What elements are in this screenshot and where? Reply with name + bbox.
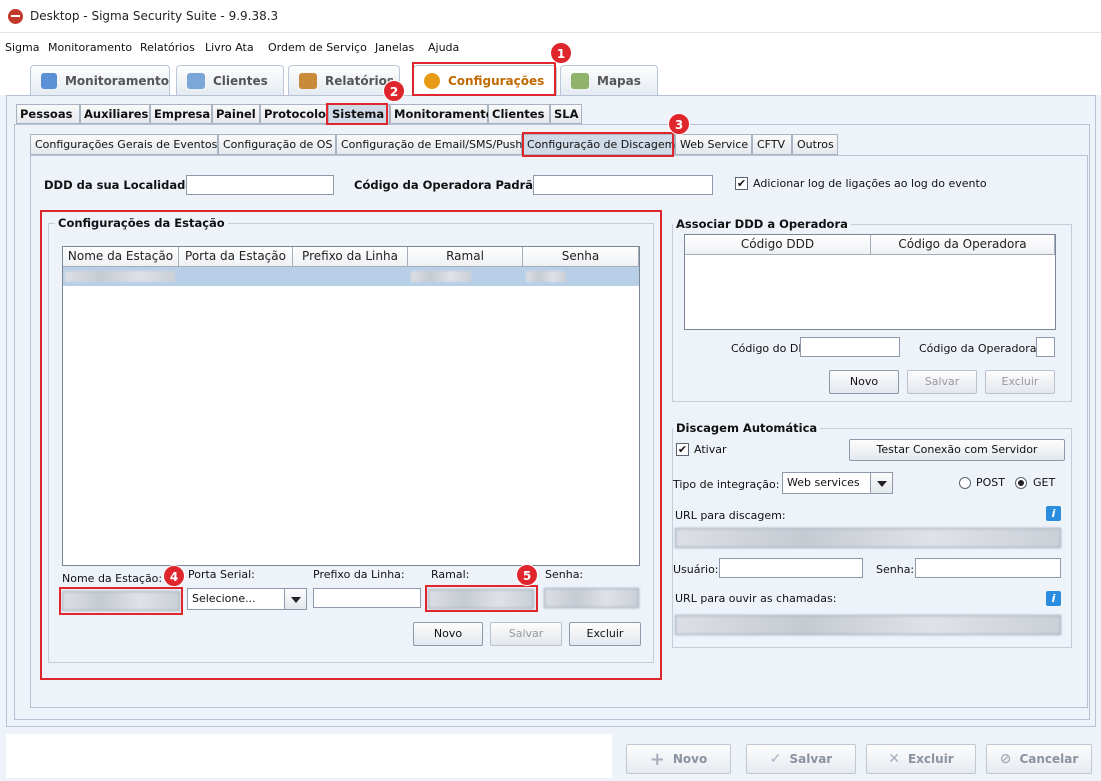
subtab-auxiliares[interactable]: Auxiliares	[80, 104, 150, 124]
operadora-padrao-label: Código da Operadora Padrão:	[354, 178, 546, 192]
get-label: GET	[1033, 476, 1056, 489]
plus-icon: +	[649, 748, 665, 770]
discagem-title: Discagem Automática	[673, 421, 821, 435]
ddd-localidade-label: DDD da sua Localidade:	[44, 178, 198, 192]
window-title: Desktop - Sigma Security Suite - 9.9.38.…	[30, 9, 279, 23]
tab-monitoramento[interactable]: Monitoramento	[30, 65, 170, 95]
usuario-input[interactable]	[719, 558, 863, 578]
menu-ajuda[interactable]: Ajuda	[428, 41, 459, 54]
menu-ordem-servico[interactable]: Ordem de Serviço	[268, 41, 367, 54]
tab-web-service[interactable]: Web Service	[675, 134, 752, 155]
tab-outros[interactable]: Outros	[792, 134, 838, 155]
menu-monitoramento[interactable]: Monitoramento	[48, 41, 132, 54]
tab-config-gerais-eventos[interactable]: Configurações Gerais de Eventos	[30, 134, 218, 155]
cancel-icon: ⊘	[999, 751, 1012, 767]
subtab-painel[interactable]: Painel	[212, 104, 260, 124]
subtab-clientes[interactable]: Clientes	[488, 104, 550, 124]
url-ouvir-input[interactable]	[675, 615, 1061, 635]
info-icon[interactable]: i	[1046, 591, 1061, 606]
url-ouvir-label: URL para ouvir as chamadas:	[675, 592, 837, 605]
post-radio[interactable]	[959, 477, 971, 489]
subtab-pessoas[interactable]: Pessoas	[16, 104, 80, 124]
clients-icon	[187, 72, 205, 89]
reports-icon	[299, 72, 317, 89]
tipo-integracao-select[interactable]: Web services	[782, 472, 893, 494]
title-bar: Desktop - Sigma Security Suite - 9.9.38.…	[0, 0, 1101, 33]
highlight-discagem	[522, 132, 674, 157]
usuario-label: Usuário:	[673, 563, 719, 576]
check-icon: ✓	[769, 751, 782, 767]
highlight-sistema	[326, 103, 388, 125]
footer-status-area	[6, 734, 612, 778]
subtab-empresa[interactable]: Empresa	[150, 104, 212, 124]
subtab-sla[interactable]: SLA	[550, 104, 582, 124]
close-icon: ✕	[888, 751, 900, 767]
ativar-label: Ativar	[694, 443, 727, 456]
footer-novo-button[interactable]: + Novo	[626, 744, 731, 774]
operadora-padrao-input[interactable]	[533, 175, 713, 195]
info-icon[interactable]: i	[1046, 506, 1061, 521]
menu-livro-ata[interactable]: Livro Ata	[205, 41, 254, 54]
codigo-operadora-label: Código da Operadora:	[919, 342, 1041, 355]
col-codigo-ddd[interactable]: Código DDD	[685, 235, 871, 255]
highlight-ramal	[425, 585, 538, 612]
tab-cftv[interactable]: CFTV	[752, 134, 792, 155]
tab-config-email[interactable]: Configuração de Email/SMS/Push	[336, 134, 522, 155]
footer-cancelar-button[interactable]: ⊘ Cancelar	[986, 744, 1092, 774]
ddd-excluir-button[interactable]: Excluir	[985, 370, 1055, 394]
badge-5: 5	[516, 564, 538, 586]
badge-2: 2	[383, 80, 405, 102]
log-checkbox[interactable]: ✔	[735, 177, 748, 190]
tab-config-os[interactable]: Configuração de OS	[218, 134, 336, 155]
badge-1: 1	[550, 42, 572, 64]
url-discagem-label: URL para discagem:	[675, 509, 786, 522]
monitor-icon	[41, 72, 57, 89]
ddd-novo-button[interactable]: Novo	[829, 370, 899, 394]
ddd-salvar-button[interactable]: Salvar	[907, 370, 977, 394]
app-logo-icon	[8, 9, 23, 24]
tab-clientes[interactable]: Clientes	[176, 65, 284, 95]
ddd-localidade-input[interactable]	[186, 175, 334, 195]
col-codigo-operadora[interactable]: Código da Operadora	[871, 235, 1055, 255]
badge-3: 3	[668, 113, 690, 135]
menu-relatorios[interactable]: Relatórios	[140, 41, 195, 54]
get-radio[interactable]	[1015, 477, 1027, 489]
menu-sigma[interactable]: Sigma	[5, 41, 39, 54]
codigo-operadora-input[interactable]	[1036, 337, 1055, 357]
highlight-nome-estacao	[59, 587, 183, 615]
subtab-monitoramento[interactable]: Monitoramento	[390, 104, 494, 124]
ddd-operadora-table[interactable]: Código DDD Código da Operadora	[684, 234, 1056, 330]
discagem-senha-label: Senha:	[876, 563, 915, 576]
menu-janelas[interactable]: Janelas	[375, 41, 414, 54]
map-icon	[571, 72, 589, 89]
tab-mapas[interactable]: Mapas	[560, 65, 658, 95]
ddd-operadora-title: Associar DDD a Operadora	[673, 217, 851, 231]
chevron-down-icon	[870, 473, 892, 493]
subtab-protocolo[interactable]: Protocolo	[260, 104, 328, 124]
post-label: POST	[976, 476, 1005, 489]
footer-salvar-button[interactable]: ✓ Salvar	[746, 744, 856, 774]
discagem-senha-input[interactable]	[915, 558, 1061, 578]
codigo-ddd-input[interactable]	[800, 337, 900, 357]
log-label: Adicionar log de ligações ao log do even…	[753, 177, 987, 190]
testar-conexao-button[interactable]: Testar Conexão com Servidor	[849, 439, 1065, 461]
badge-4: 4	[163, 565, 185, 587]
tipo-integracao-label: Tipo de integração:	[673, 478, 780, 491]
url-discagem-input[interactable]	[675, 528, 1061, 548]
highlight-configuracoes	[412, 62, 556, 96]
footer-excluir-button[interactable]: ✕ Excluir	[866, 744, 976, 774]
ativar-checkbox[interactable]: ✔	[676, 443, 689, 456]
